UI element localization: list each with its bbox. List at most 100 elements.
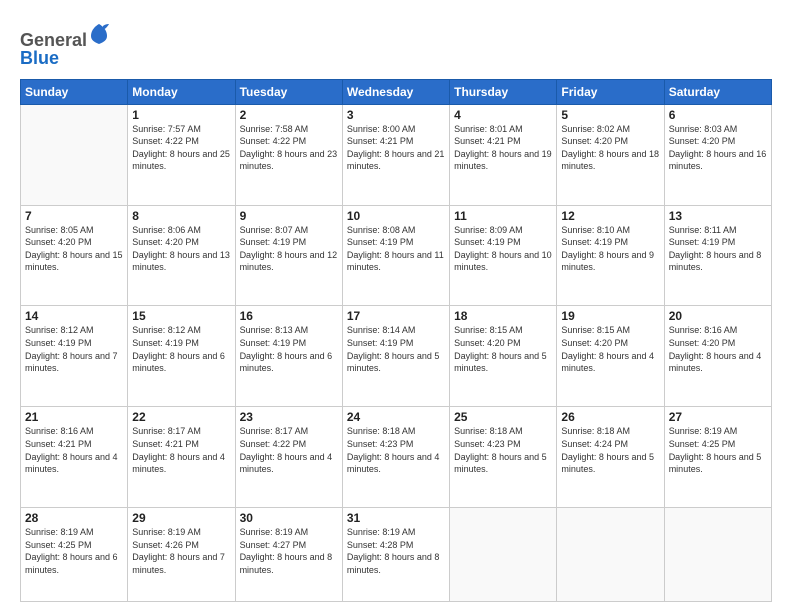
calendar-cell: 12Sunrise: 8:10 AM Sunset: 4:19 PM Dayli… [557,205,664,306]
calendar-cell: 27Sunrise: 8:19 AM Sunset: 4:25 PM Dayli… [664,407,771,508]
day-info: Sunrise: 8:14 AM Sunset: 4:19 PM Dayligh… [347,324,445,374]
day-info: Sunrise: 8:05 AM Sunset: 4:20 PM Dayligh… [25,224,123,274]
calendar-cell: 28Sunrise: 8:19 AM Sunset: 4:25 PM Dayli… [21,508,128,602]
day-info: Sunrise: 8:12 AM Sunset: 4:19 PM Dayligh… [25,324,123,374]
logo-general: General [20,22,109,51]
calendar-cell [557,508,664,602]
calendar-cell: 14Sunrise: 8:12 AM Sunset: 4:19 PM Dayli… [21,306,128,407]
day-number: 8 [132,209,230,223]
day-info: Sunrise: 8:07 AM Sunset: 4:19 PM Dayligh… [240,224,338,274]
day-number: 22 [132,410,230,424]
day-info: Sunrise: 8:01 AM Sunset: 4:21 PM Dayligh… [454,123,552,173]
day-info: Sunrise: 7:58 AM Sunset: 4:22 PM Dayligh… [240,123,338,173]
calendar-cell: 31Sunrise: 8:19 AM Sunset: 4:28 PM Dayli… [342,508,449,602]
calendar-cell: 11Sunrise: 8:09 AM Sunset: 4:19 PM Dayli… [450,205,557,306]
logo: General Blue [20,22,109,69]
day-number: 1 [132,108,230,122]
calendar-cell: 13Sunrise: 8:11 AM Sunset: 4:19 PM Dayli… [664,205,771,306]
calendar-cell [664,508,771,602]
day-info: Sunrise: 8:13 AM Sunset: 4:19 PM Dayligh… [240,324,338,374]
day-info: Sunrise: 8:18 AM Sunset: 4:23 PM Dayligh… [454,425,552,475]
day-info: Sunrise: 7:57 AM Sunset: 4:22 PM Dayligh… [132,123,230,173]
day-number: 27 [669,410,767,424]
day-number: 21 [25,410,123,424]
day-number: 6 [669,108,767,122]
calendar-cell: 16Sunrise: 8:13 AM Sunset: 4:19 PM Dayli… [235,306,342,407]
day-number: 2 [240,108,338,122]
day-number: 3 [347,108,445,122]
day-info: Sunrise: 8:19 AM Sunset: 4:25 PM Dayligh… [669,425,767,475]
calendar-cell [21,104,128,205]
weekday-header: Sunday [21,79,128,104]
page: General Blue SundayMondayTuesdayWednesda… [0,0,792,612]
calendar-cell: 22Sunrise: 8:17 AM Sunset: 4:21 PM Dayli… [128,407,235,508]
day-number: 31 [347,511,445,525]
day-info: Sunrise: 8:16 AM Sunset: 4:20 PM Dayligh… [669,324,767,374]
calendar-cell: 23Sunrise: 8:17 AM Sunset: 4:22 PM Dayli… [235,407,342,508]
calendar-cell: 24Sunrise: 8:18 AM Sunset: 4:23 PM Dayli… [342,407,449,508]
day-info: Sunrise: 8:16 AM Sunset: 4:21 PM Dayligh… [25,425,123,475]
calendar-cell: 7Sunrise: 8:05 AM Sunset: 4:20 PM Daylig… [21,205,128,306]
calendar-cell: 8Sunrise: 8:06 AM Sunset: 4:20 PM Daylig… [128,205,235,306]
day-number: 16 [240,309,338,323]
calendar-week-row: 1Sunrise: 7:57 AM Sunset: 4:22 PM Daylig… [21,104,772,205]
calendar-cell: 15Sunrise: 8:12 AM Sunset: 4:19 PM Dayli… [128,306,235,407]
calendar-cell: 26Sunrise: 8:18 AM Sunset: 4:24 PM Dayli… [557,407,664,508]
day-info: Sunrise: 8:18 AM Sunset: 4:24 PM Dayligh… [561,425,659,475]
calendar-cell: 20Sunrise: 8:16 AM Sunset: 4:20 PM Dayli… [664,306,771,407]
calendar-cell: 17Sunrise: 8:14 AM Sunset: 4:19 PM Dayli… [342,306,449,407]
day-info: Sunrise: 8:11 AM Sunset: 4:19 PM Dayligh… [669,224,767,274]
calendar-cell: 29Sunrise: 8:19 AM Sunset: 4:26 PM Dayli… [128,508,235,602]
day-number: 4 [454,108,552,122]
day-number: 25 [454,410,552,424]
calendar-cell: 25Sunrise: 8:18 AM Sunset: 4:23 PM Dayli… [450,407,557,508]
weekday-header: Tuesday [235,79,342,104]
weekday-header: Saturday [664,79,771,104]
calendar-cell [450,508,557,602]
day-info: Sunrise: 8:06 AM Sunset: 4:20 PM Dayligh… [132,224,230,274]
calendar-cell: 30Sunrise: 8:19 AM Sunset: 4:27 PM Dayli… [235,508,342,602]
day-number: 15 [132,309,230,323]
calendar-cell: 4Sunrise: 8:01 AM Sunset: 4:21 PM Daylig… [450,104,557,205]
calendar-week-row: 14Sunrise: 8:12 AM Sunset: 4:19 PM Dayli… [21,306,772,407]
day-number: 5 [561,108,659,122]
calendar-cell: 21Sunrise: 8:16 AM Sunset: 4:21 PM Dayli… [21,407,128,508]
calendar-cell: 19Sunrise: 8:15 AM Sunset: 4:20 PM Dayli… [557,306,664,407]
day-number: 29 [132,511,230,525]
logo-bird-icon [89,22,109,46]
day-info: Sunrise: 8:19 AM Sunset: 4:28 PM Dayligh… [347,526,445,576]
calendar-cell: 5Sunrise: 8:02 AM Sunset: 4:20 PM Daylig… [557,104,664,205]
day-number: 11 [454,209,552,223]
day-info: Sunrise: 8:00 AM Sunset: 4:21 PM Dayligh… [347,123,445,173]
day-number: 24 [347,410,445,424]
calendar-week-row: 7Sunrise: 8:05 AM Sunset: 4:20 PM Daylig… [21,205,772,306]
weekday-header: Thursday [450,79,557,104]
day-number: 9 [240,209,338,223]
day-number: 12 [561,209,659,223]
day-number: 23 [240,410,338,424]
calendar-cell: 18Sunrise: 8:15 AM Sunset: 4:20 PM Dayli… [450,306,557,407]
weekday-header: Friday [557,79,664,104]
calendar-cell: 2Sunrise: 7:58 AM Sunset: 4:22 PM Daylig… [235,104,342,205]
calendar-cell: 10Sunrise: 8:08 AM Sunset: 4:19 PM Dayli… [342,205,449,306]
day-number: 18 [454,309,552,323]
day-info: Sunrise: 8:10 AM Sunset: 4:19 PM Dayligh… [561,224,659,274]
day-number: 17 [347,309,445,323]
day-info: Sunrise: 8:09 AM Sunset: 4:19 PM Dayligh… [454,224,552,274]
day-info: Sunrise: 8:15 AM Sunset: 4:20 PM Dayligh… [454,324,552,374]
day-number: 7 [25,209,123,223]
day-info: Sunrise: 8:18 AM Sunset: 4:23 PM Dayligh… [347,425,445,475]
calendar-week-row: 28Sunrise: 8:19 AM Sunset: 4:25 PM Dayli… [21,508,772,602]
weekday-header: Wednesday [342,79,449,104]
calendar-cell: 1Sunrise: 7:57 AM Sunset: 4:22 PM Daylig… [128,104,235,205]
day-info: Sunrise: 8:15 AM Sunset: 4:20 PM Dayligh… [561,324,659,374]
day-number: 30 [240,511,338,525]
calendar-table: SundayMondayTuesdayWednesdayThursdayFrid… [20,79,772,602]
day-info: Sunrise: 8:17 AM Sunset: 4:22 PM Dayligh… [240,425,338,475]
day-number: 13 [669,209,767,223]
day-info: Sunrise: 8:12 AM Sunset: 4:19 PM Dayligh… [132,324,230,374]
day-info: Sunrise: 8:17 AM Sunset: 4:21 PM Dayligh… [132,425,230,475]
calendar-header-row: SundayMondayTuesdayWednesdayThursdayFrid… [21,79,772,104]
day-number: 10 [347,209,445,223]
calendar-cell: 9Sunrise: 8:07 AM Sunset: 4:19 PM Daylig… [235,205,342,306]
